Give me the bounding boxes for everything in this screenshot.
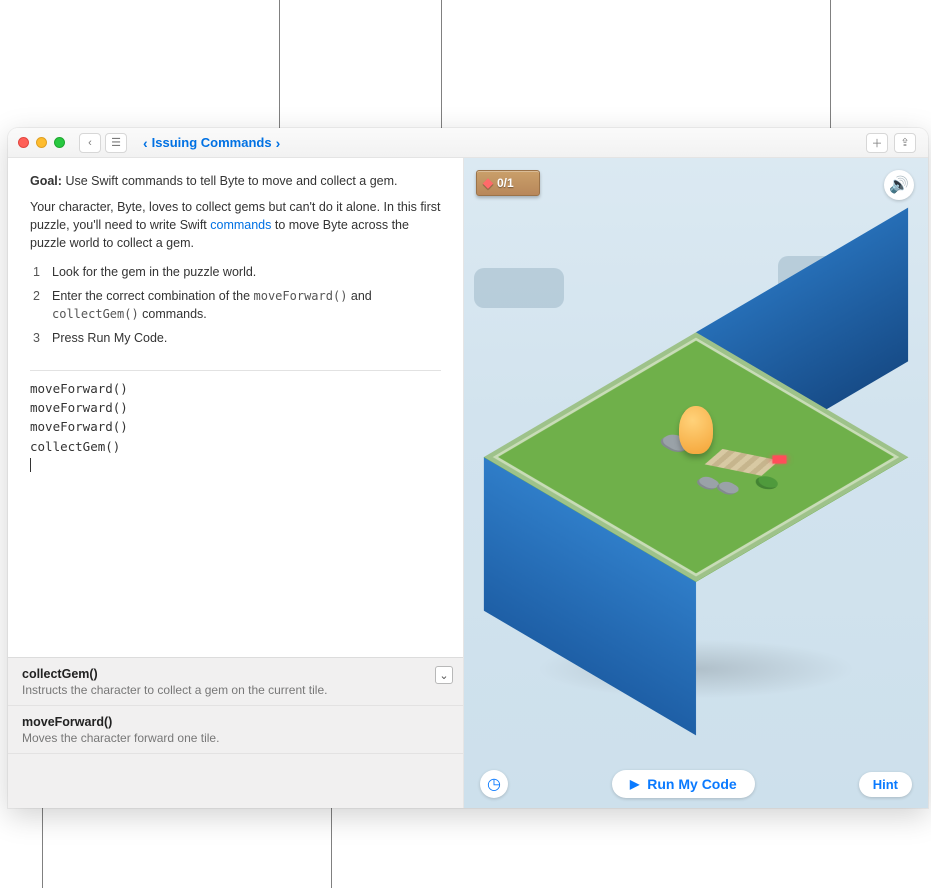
breadcrumb-title: Issuing Commands [152, 135, 272, 150]
stairs-tile [704, 449, 779, 476]
rock-icon [693, 475, 721, 492]
suggestions-blank-area [8, 754, 463, 808]
step-number: 2 [30, 287, 40, 324]
instructions: Goal: Use Swift commands to tell Byte to… [8, 158, 463, 362]
text-cursor [30, 458, 31, 472]
breadcrumb[interactable]: ‹ Issuing Commands › [143, 135, 280, 151]
editor-pane: Goal: Use Swift commands to tell Byte to… [8, 158, 464, 808]
sound-toggle-button[interactable]: 🔊 [884, 170, 914, 200]
commands-link[interactable]: commands [210, 218, 271, 232]
gem-counter: ◆ 0/1 [476, 170, 540, 196]
steps-list: 1 Look for the gem in the puzzle world. … [30, 263, 441, 348]
add-button[interactable]: ＋ [866, 133, 888, 153]
code-editor[interactable]: moveForward() moveForward() moveForward(… [8, 371, 463, 657]
inline-code: moveForward() [254, 289, 348, 303]
minimize-icon[interactable] [36, 137, 47, 148]
content-area: Goal: Use Swift commands to tell Byte to… [8, 158, 928, 808]
goal-text: Use Swift commands to tell Byte to move … [65, 174, 397, 188]
goal-label: Goal: [30, 174, 62, 188]
puzzle-world[interactable] [546, 307, 846, 607]
hint-label: Hint [873, 777, 898, 792]
suggestion-desc: Instructs the character to collect a gem… [22, 683, 449, 697]
step-number: 3 [30, 329, 40, 347]
step-text: Enter the correct combination of the mov… [52, 287, 441, 324]
code-suggestions: ⌄ collectGem() Instructs the character t… [8, 657, 463, 808]
code-line: moveForward() [30, 417, 441, 436]
chevron-right-icon: › [276, 135, 281, 151]
inline-code: collectGem() [52, 307, 139, 321]
window-controls [18, 137, 65, 148]
gem-count: 0/1 [497, 176, 514, 190]
play-icon: ▶ [630, 777, 639, 791]
nav-back-button[interactable]: ‹ [79, 133, 101, 153]
step-item: 2 Enter the correct combination of the m… [30, 287, 441, 324]
speed-icon: ◷ [487, 774, 501, 794]
rock-icon [714, 480, 742, 497]
run-label: Run My Code [647, 776, 736, 792]
step-text: Press Run My Code. [52, 329, 441, 347]
suggestion-name: collectGem() [22, 667, 449, 681]
step-number: 1 [30, 263, 40, 281]
chevron-left-icon: ‹ [143, 135, 148, 151]
intro-paragraph: Your character, Byte, loves to collect g… [30, 198, 441, 252]
code-line: moveForward() [30, 379, 441, 398]
step-fragment: Enter the correct combination of the [52, 289, 254, 303]
code-line [30, 456, 441, 475]
step-fragment: commands. [139, 307, 207, 321]
code-line: collectGem() [30, 437, 441, 456]
titlebar: ‹ ☰ ‹ Issuing Commands › ＋ ⇪ [8, 128, 928, 158]
hint-button[interactable]: Hint [859, 772, 912, 797]
gem-tile-icon [773, 455, 787, 463]
goal-line: Goal: Use Swift commands to tell Byte to… [30, 172, 441, 190]
step-text: Look for the gem in the puzzle world. [52, 263, 441, 281]
gem-icon: ◆ [483, 175, 493, 191]
live-view: ◆ 0/1 🔊 [464, 158, 928, 808]
zoom-icon[interactable] [54, 137, 65, 148]
suggestion-name: moveForward() [22, 715, 449, 729]
step-item: 3 Press Run My Code. [30, 329, 441, 347]
suggestion-desc: Moves the character forward one tile. [22, 731, 449, 745]
share-button[interactable]: ⇪ [894, 133, 916, 153]
run-my-code-button[interactable]: ▶ Run My Code [612, 770, 755, 798]
play-controls: ◷ ▶ Run My Code Hint [464, 770, 928, 798]
sidebar-toggle-button[interactable]: ☰ [105, 133, 127, 153]
app-window: ‹ ☰ ‹ Issuing Commands › ＋ ⇪ Goal: Use S… [8, 128, 928, 808]
step-item: 1 Look for the gem in the puzzle world. [30, 263, 441, 281]
close-icon[interactable] [18, 137, 29, 148]
floating-island-icon [474, 268, 564, 308]
code-line: moveForward() [30, 398, 441, 417]
suggestions-collapse-button[interactable]: ⌄ [435, 666, 453, 684]
bush-icon [751, 474, 782, 492]
step-fragment: and [347, 289, 371, 303]
speed-button[interactable]: ◷ [480, 770, 508, 798]
suggestion-item[interactable]: collectGem() Instructs the character to … [8, 658, 463, 706]
sound-icon: 🔊 [889, 175, 909, 195]
suggestion-item[interactable]: moveForward() Moves the character forwar… [8, 706, 463, 754]
